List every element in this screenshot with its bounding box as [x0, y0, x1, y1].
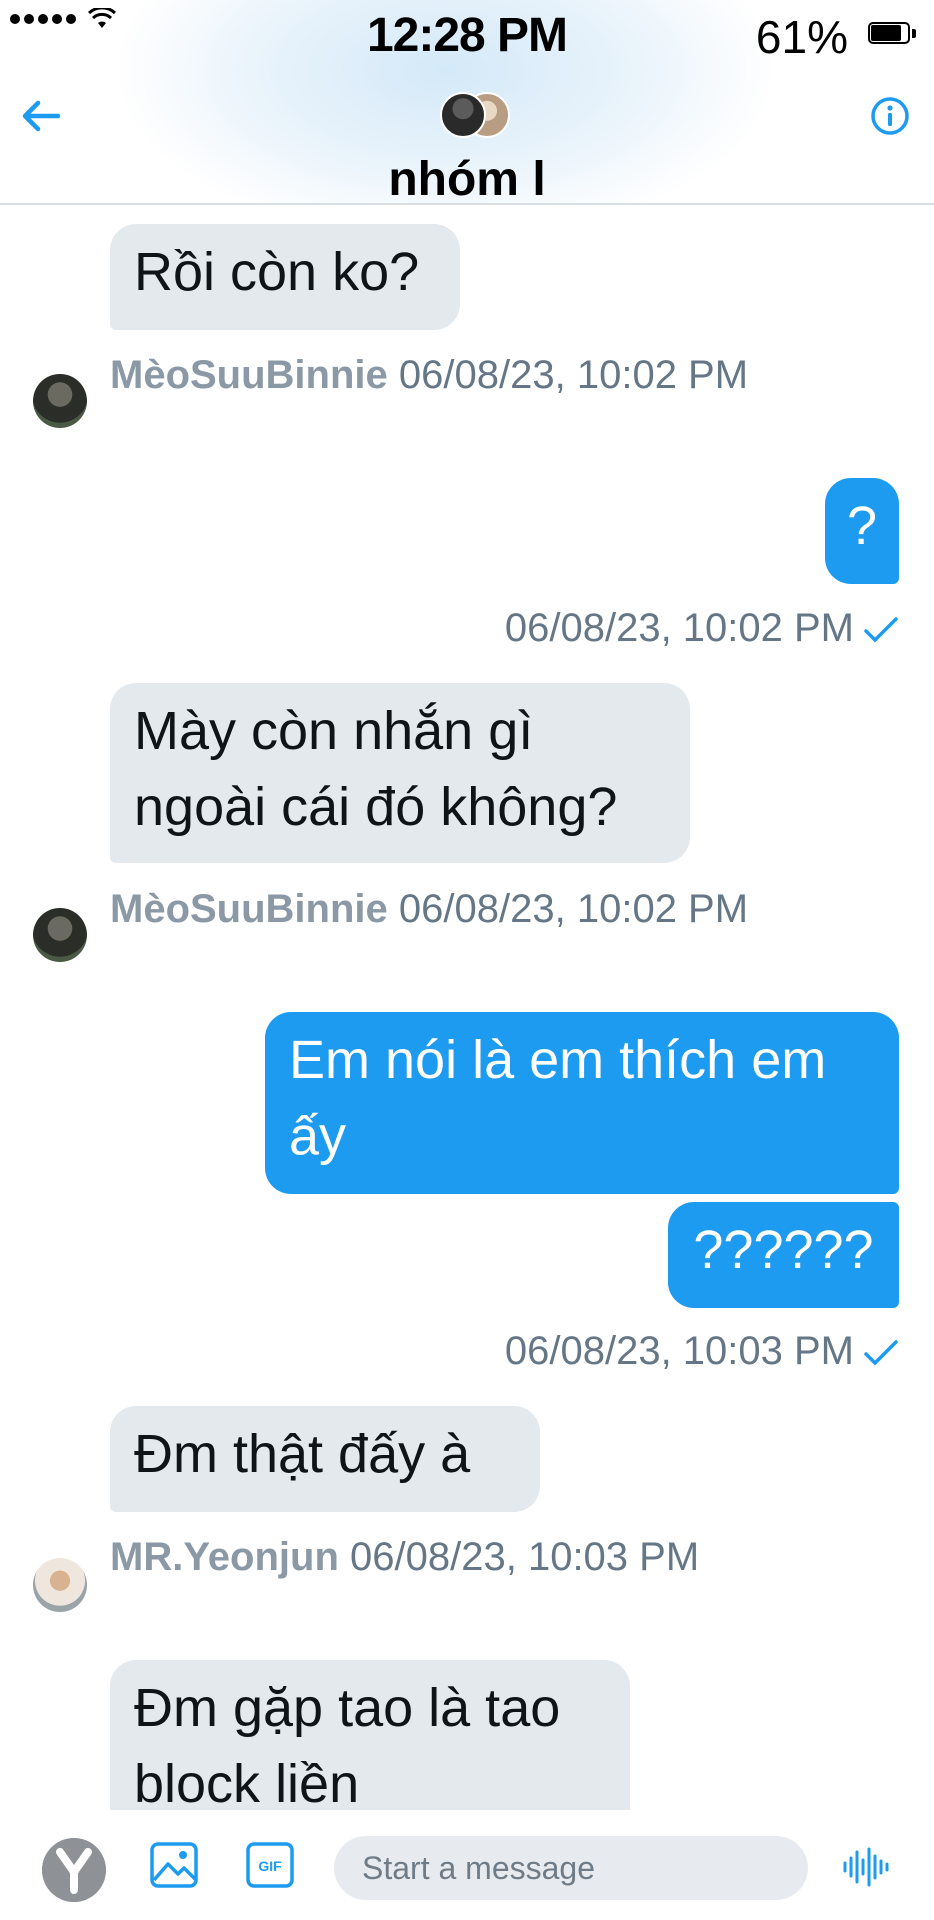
- message-meta: 06/08/23, 10:02 PM: [400, 603, 900, 653]
- sent-message-bubble[interactable]: ?: [825, 478, 899, 584]
- message-timestamp: 06/08/23, 10:02 PM: [398, 887, 749, 931]
- gif-label: GIF: [258, 1858, 282, 1874]
- message-input[interactable]: [334, 1836, 808, 1900]
- sender-avatar[interactable]: [33, 374, 87, 428]
- voice-waveform-icon[interactable]: [842, 1846, 892, 1888]
- sender-name: MR.Yeonjun: [110, 1535, 339, 1579]
- sender-name: MèoSuuBinnie: [110, 887, 388, 931]
- battery-percent: 61%: [755, 11, 848, 63]
- image-icon[interactable]: [150, 1842, 198, 1888]
- message-meta: 06/08/23, 10:03 PM: [400, 1326, 900, 1376]
- received-message-bubble[interactable]: Rồi còn ko?: [110, 224, 460, 330]
- message-meta: MèoSuuBinnie 06/08/23, 10:02 PM: [110, 884, 750, 934]
- group-name[interactable]: nhóm l: [0, 152, 934, 203]
- sender-avatar[interactable]: [33, 1558, 87, 1612]
- message-timestamp: 06/08/23, 10:03 PM: [350, 1535, 700, 1579]
- sender-name: MèoSuuBinnie: [110, 353, 388, 397]
- gif-icon[interactable]: GIF: [246, 1842, 294, 1888]
- sent-message-bubble[interactable]: ??????: [668, 1202, 899, 1308]
- message-meta: MR.Yeonjun 06/08/23, 10:03 PM: [110, 1532, 710, 1582]
- conversation-header: 12:28 PM 61% nhóm l: [0, 0, 934, 205]
- member-avatar: [440, 92, 486, 138]
- message-timestamp: 06/08/23, 10:02 PM: [398, 353, 749, 397]
- back-arrow-icon[interactable]: [18, 96, 66, 136]
- checkmark-icon: [864, 1340, 898, 1366]
- received-message-bubble[interactable]: Mày còn nhắn gì ngoài cái đó không?: [110, 683, 690, 863]
- message-timestamp: 06/08/23, 10:03 PM: [504, 1329, 854, 1373]
- sender-avatar[interactable]: [33, 908, 87, 962]
- checkmark-icon: [864, 617, 898, 643]
- received-message-bubble[interactable]: Đm thật đấy à: [110, 1406, 540, 1512]
- message-meta: MèoSuuBinnie 06/08/23, 10:02 PM: [110, 350, 750, 400]
- sent-message-bubble[interactable]: Em nói là em thích em ấy: [265, 1012, 899, 1194]
- message-timestamp: 06/08/23, 10:02 PM: [504, 606, 854, 650]
- group-avatars[interactable]: [440, 92, 510, 138]
- info-icon[interactable]: [870, 96, 910, 136]
- battery-icon: [868, 22, 916, 46]
- status-bar: 12:28 PM 61%: [0, 0, 934, 70]
- y-logo-icon[interactable]: [42, 1838, 106, 1902]
